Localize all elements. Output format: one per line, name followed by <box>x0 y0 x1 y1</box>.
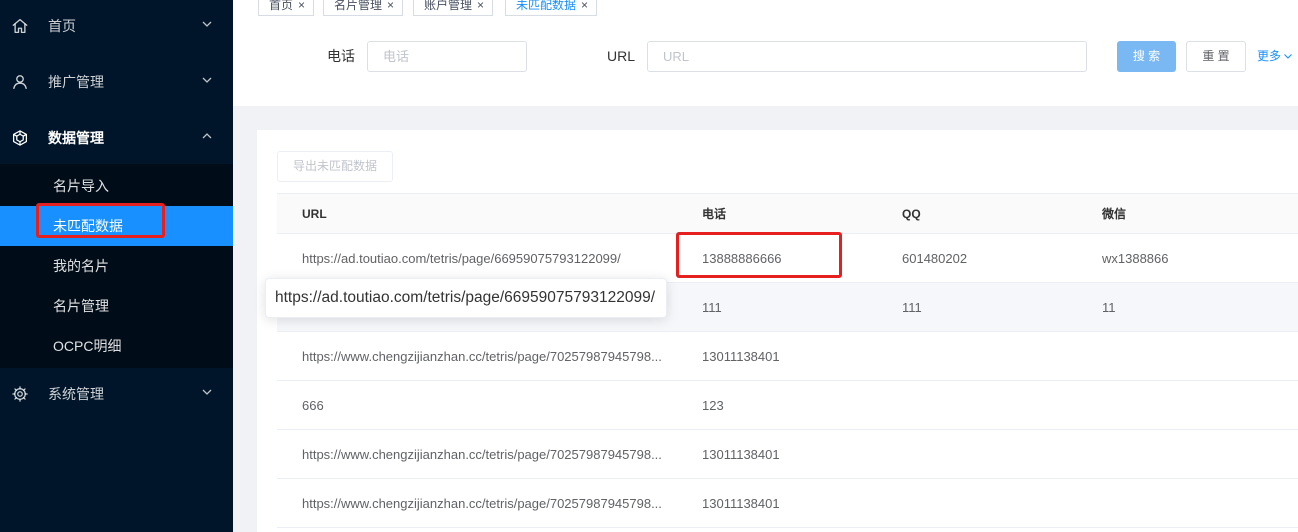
chevron-down-icon <box>201 18 213 30</box>
submenu-item-ocpc-details[interactable]: OCPC明细 <box>0 326 233 366</box>
gear-icon <box>11 385 29 403</box>
tab-home[interactable]: 首页 × <box>258 0 315 16</box>
cell-qq <box>877 381 1077 430</box>
close-icon[interactable]: × <box>387 0 394 12</box>
sidebar-item-promotion[interactable]: 推广管理 <box>0 56 233 108</box>
cell-phone: 13011138401 <box>677 479 877 528</box>
cell-wechat: 11 <box>1077 283 1298 332</box>
table-row[interactable]: https://www.chengzijianzhan.cc/tetris/pa… <box>277 430 1298 479</box>
submenu-item-card-import[interactable]: 名片导入 <box>0 166 233 206</box>
more-toggle[interactable]: 更多 <box>1257 41 1293 72</box>
cell-qq <box>877 332 1077 381</box>
phone-input[interactable] <box>367 41 527 72</box>
sidebar-item-label: 系统管理 <box>48 386 104 402</box>
table-row[interactable]: https://www.chengzijianzhan.cc/tetris/pa… <box>277 332 1298 381</box>
content-card: 导出未匹配数据 URL 电话 QQ 微信 https://ad.toutiao.… <box>257 130 1298 532</box>
home-icon <box>11 17 29 35</box>
cell-phone: 13011138401 <box>677 332 877 381</box>
tab-card-management[interactable]: 名片管理 × <box>323 0 404 16</box>
chevron-up-icon <box>201 130 213 142</box>
sidebar-item-label: 数据管理 <box>48 130 104 146</box>
close-icon[interactable]: × <box>298 0 305 12</box>
search-panel: 电话 URL 搜 索 重 置 更多 <box>233 16 1298 106</box>
sidebar-item-home[interactable]: 首页 <box>0 0 233 52</box>
cell-qq: 601480202 <box>877 234 1077 283</box>
cell-qq <box>877 479 1077 528</box>
user-icon <box>11 73 29 91</box>
close-icon[interactable]: × <box>581 0 588 12</box>
table-row[interactable]: https://www.chengzijianzhan.cc/tetris/pa… <box>277 479 1298 528</box>
tab-label: 账户管理 <box>424 0 473 12</box>
cell-wechat <box>1077 332 1298 381</box>
cell-phone: 123 <box>677 381 877 430</box>
tab-unmatched-data[interactable]: 未匹配数据 × <box>505 0 598 16</box>
sidebar-item-data-management[interactable]: 数据管理 <box>0 112 233 164</box>
cell-url: https://ad.toutiao.com/tetris/page/66959… <box>277 234 677 283</box>
more-label: 更多 <box>1257 49 1282 63</box>
submenu-item-my-cards[interactable]: 我的名片 <box>0 246 233 286</box>
sidebar: 首页 推广管理 数据管理 名片导入 未匹配数据 我的名片 名片管理 OCPC明细 <box>0 0 233 532</box>
close-icon[interactable]: × <box>477 0 484 12</box>
submenu-item-card-management[interactable]: 名片管理 <box>0 286 233 326</box>
table-row[interactable]: https://ad.toutiao.com/tetris/page/66959… <box>277 234 1298 283</box>
cell-phone: 111 <box>677 283 877 332</box>
tab-label: 名片管理 <box>334 0 383 12</box>
chevron-down-icon <box>201 386 213 398</box>
sidebar-item-label: 首页 <box>48 18 76 34</box>
export-unmatched-button[interactable]: 导出未匹配数据 <box>277 151 393 182</box>
table-row[interactable]: 666 123 <box>277 381 1298 430</box>
cell-wechat <box>1077 381 1298 430</box>
cell-qq: 111 <box>877 283 1077 332</box>
column-header-url: URL <box>277 193 677 234</box>
cell-phone: 13011138401 <box>677 430 877 479</box>
tab-label: 首页 <box>269 0 294 12</box>
tab-bar: 首页 × 名片管理 × 账户管理 × 未匹配数据 × <box>233 0 1298 16</box>
url-input[interactable] <box>647 41 1087 72</box>
unmatched-data-table: URL 电话 QQ 微信 https://ad.toutiao.com/tetr… <box>277 193 1298 528</box>
cell-url: https://www.chengzijianzhan.cc/tetris/pa… <box>277 332 677 381</box>
cell-url: https://www.chengzijianzhan.cc/tetris/pa… <box>277 479 677 528</box>
tab-account-management[interactable]: 账户管理 × <box>413 0 494 16</box>
tab-label: 未匹配数据 <box>516 0 577 12</box>
cube-icon <box>11 129 29 147</box>
sidebar-item-system-management[interactable]: 系统管理 <box>0 368 233 420</box>
url-tooltip: https://ad.toutiao.com/tetris/page/66959… <box>265 278 667 318</box>
column-header-phone: 电话 <box>677 193 877 234</box>
cell-phone: 13888886666 <box>677 234 877 283</box>
cell-wechat <box>1077 479 1298 528</box>
chevron-down-icon <box>1283 51 1293 61</box>
column-header-wechat: 微信 <box>1077 193 1298 234</box>
column-header-qq: QQ <box>877 193 1077 234</box>
submenu-item-unmatched-data[interactable]: 未匹配数据 <box>0 206 233 246</box>
submenu-data-management: 名片导入 未匹配数据 我的名片 名片管理 OCPC明细 <box>0 164 233 368</box>
chevron-down-icon <box>201 74 213 86</box>
table-header-row: URL 电话 QQ 微信 <box>277 193 1298 234</box>
cell-url: https://www.chengzijianzhan.cc/tetris/pa… <box>277 430 677 479</box>
cell-wechat: wx1388866 <box>1077 234 1298 283</box>
cell-url: 666 <box>277 381 677 430</box>
cell-wechat <box>1077 430 1298 479</box>
reset-button[interactable]: 重 置 <box>1186 41 1246 72</box>
phone-label: 电话 <box>327 48 355 64</box>
sidebar-item-label: 推广管理 <box>48 74 104 90</box>
search-button[interactable]: 搜 索 <box>1117 41 1176 72</box>
url-label: URL <box>606 48 635 64</box>
cell-qq <box>877 430 1077 479</box>
